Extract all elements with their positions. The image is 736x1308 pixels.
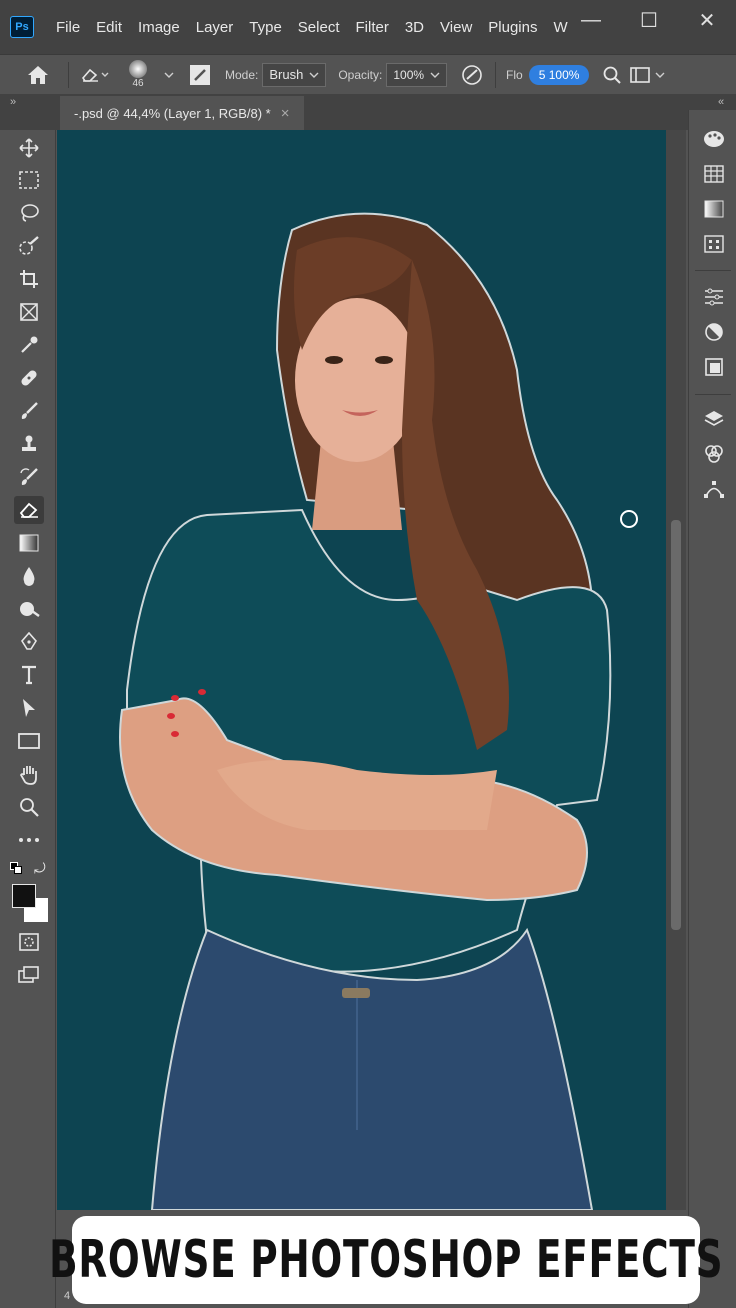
mode-label: Mode:: [225, 67, 259, 82]
eraser-preset-icon[interactable]: [75, 57, 115, 93]
mode-value: Brush: [269, 67, 304, 82]
close-button[interactable]: ✕: [678, 0, 736, 40]
scrollbar-thumb[interactable]: [671, 520, 681, 930]
pressure-opacity-icon[interactable]: [455, 64, 489, 86]
dodge-tool-icon[interactable]: [14, 595, 44, 623]
history-brush-tool-icon[interactable]: [14, 463, 44, 491]
gradient-tool-icon[interactable]: [14, 529, 44, 557]
vertical-scrollbar[interactable]: [666, 130, 686, 1210]
menu-filter[interactable]: Filter: [348, 19, 397, 36]
brush-size-picker[interactable]: 46: [115, 55, 161, 95]
blur-tool-icon[interactable]: [14, 562, 44, 590]
menu-plugins[interactable]: Plugins: [480, 19, 545, 36]
right-panels-bar: [688, 110, 736, 1308]
search-icon[interactable]: [597, 66, 627, 84]
document-tab-title: -.psd @ 44,4% (Layer 1, RGB/8) *: [74, 105, 271, 121]
type-tool-icon[interactable]: [14, 661, 44, 689]
layers-panel-icon[interactable]: [701, 406, 727, 432]
workspace-icon[interactable]: [627, 66, 653, 83]
menu-3d[interactable]: 3D: [397, 19, 432, 36]
brush-settings-icon[interactable]: [183, 64, 217, 86]
move-tool-icon[interactable]: [14, 134, 44, 162]
chevron-down-icon[interactable]: [653, 71, 667, 79]
channels-panel-icon[interactable]: [701, 441, 727, 467]
menu-file[interactable]: File: [48, 19, 88, 36]
quick-mask-icon[interactable]: [14, 928, 44, 956]
document-tab-row: » -.psd @ 44,4% (Layer 1, RGB/8) * × «: [0, 94, 736, 130]
collapse-panel-icon[interactable]: «: [718, 96, 724, 108]
minimize-button[interactable]: —: [562, 0, 620, 40]
menu-layer[interactable]: Layer: [188, 19, 242, 36]
healing-brush-tool-icon[interactable]: [14, 364, 44, 392]
document-canvas[interactable]: [57, 130, 666, 1210]
foreground-color-swatch[interactable]: [12, 884, 36, 908]
photoshop-logo-icon[interactable]: Ps: [10, 16, 34, 38]
menu-view[interactable]: View: [432, 19, 480, 36]
brush-size-value: 46: [132, 78, 144, 89]
divider: [695, 270, 731, 271]
marquee-tool-icon[interactable]: [14, 166, 44, 194]
mode-dropdown[interactable]: Brush: [262, 62, 327, 87]
path-selection-tool-icon[interactable]: [14, 694, 44, 722]
more-tools-icon[interactable]: [14, 826, 44, 854]
expand-panel-icon[interactable]: »: [10, 96, 16, 108]
opacity-value: 100%: [393, 67, 425, 82]
divider: [68, 61, 69, 88]
brush-tool-icon[interactable]: [14, 397, 44, 425]
flow-label: Flo: [506, 67, 523, 82]
menu-type[interactable]: Type: [241, 19, 290, 36]
divider: [695, 394, 731, 395]
default-colors-icon[interactable]: [10, 862, 22, 874]
divider: [495, 61, 497, 88]
menu-select[interactable]: Select: [290, 19, 348, 36]
status-zoom-readout: 4: [64, 1290, 71, 1302]
frame-tool-icon[interactable]: [14, 298, 44, 326]
properties-panel-icon[interactable]: [701, 284, 727, 310]
menu-edit[interactable]: Edit: [88, 19, 130, 36]
hand-tool-icon[interactable]: [14, 760, 44, 788]
gradients-panel-icon[interactable]: [701, 196, 727, 222]
tab-close-icon[interactable]: ×: [281, 105, 290, 122]
tools-panel: ⤾: [0, 130, 56, 1308]
quick-selection-tool-icon[interactable]: [14, 232, 44, 260]
crop-tool-icon[interactable]: [14, 265, 44, 293]
chevron-down-icon[interactable]: [161, 71, 177, 79]
flow-value-field[interactable]: 5 100%: [528, 64, 590, 85]
options-bar: 46 Mode: Brush Opacity: 100% Flo 5 100%: [0, 54, 736, 94]
home-icon[interactable]: [14, 57, 62, 93]
chevron-down-icon: [309, 72, 319, 78]
adjustments-panel-icon[interactable]: [701, 319, 727, 345]
brush-cursor: [620, 510, 638, 528]
brush-tip-icon: [129, 60, 147, 78]
layer-image: [57, 130, 666, 1210]
caption-banner: BROWSE PHOTOSHOP EFFECTS: [49, 1216, 722, 1304]
document-tab[interactable]: -.psd @ 44,4% (Layer 1, RGB/8) * ×: [60, 96, 304, 130]
maximize-button[interactable]: ☐: [620, 0, 678, 40]
pen-tool-icon[interactable]: [14, 628, 44, 656]
swap-colors-icon[interactable]: ⤾: [34, 860, 46, 877]
swatches-panel-icon[interactable]: [701, 161, 727, 187]
menu-items: File Edit Image Layer Type Select Filter…: [48, 19, 576, 36]
libraries-panel-icon[interactable]: [701, 354, 727, 380]
lasso-tool-icon[interactable]: [14, 199, 44, 227]
menu-bar: Ps File Edit Image Layer Type Select Fil…: [0, 0, 736, 54]
eyedropper-tool-icon[interactable]: [14, 331, 44, 359]
opacity-label: Opacity:: [338, 67, 383, 82]
zoom-tool-icon[interactable]: [14, 793, 44, 821]
patterns-panel-icon[interactable]: [701, 231, 727, 257]
paths-panel-icon[interactable]: [701, 476, 727, 502]
chevron-down-icon: [430, 72, 440, 78]
rectangle-tool-icon[interactable]: [14, 727, 44, 755]
caption-text: BROWSE PHOTOSHOP EFFECTS: [48, 1230, 724, 1290]
eraser-tool-icon[interactable]: [14, 496, 44, 524]
window-controls: — ☐ ✕: [562, 0, 736, 40]
screen-mode-icon[interactable]: [14, 961, 44, 989]
color-panel-icon[interactable]: [701, 126, 727, 152]
opacity-field[interactable]: 100%: [386, 62, 448, 87]
clone-stamp-tool-icon[interactable]: [14, 430, 44, 458]
menu-image[interactable]: Image: [130, 19, 188, 36]
